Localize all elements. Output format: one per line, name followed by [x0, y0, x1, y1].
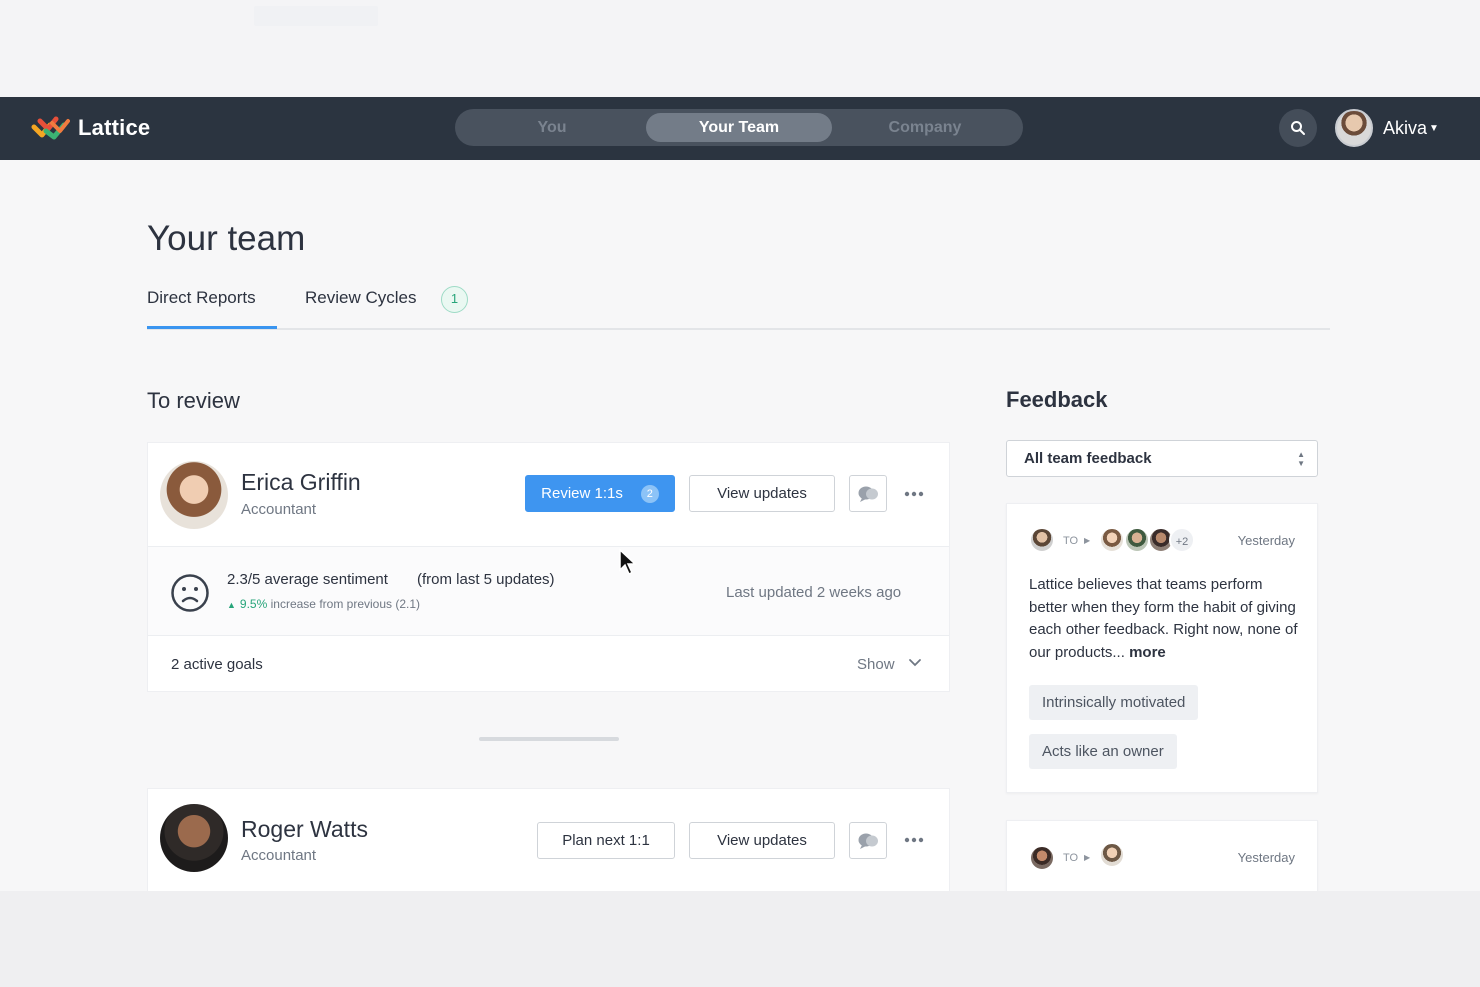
user-avatar: [1335, 109, 1373, 147]
top-margin: [0, 0, 1480, 97]
show-goals-toggle[interactable]: Show: [857, 656, 895, 673]
to-label: TO: [1063, 852, 1079, 864]
sentiment-change-text: increase from previous (2.1): [270, 597, 421, 611]
user-menu[interactable]: Akiva ▼: [1335, 109, 1439, 147]
sentiment-row: 2.3/5 average sentiment (from last 5 upd…: [148, 546, 949, 635]
lattice-logo-icon: [30, 113, 70, 143]
feedback-item: TO ▶ Yesterday: [1006, 820, 1318, 891]
select-arrows-icon: ▲ ▼: [1297, 450, 1305, 468]
last-updated: Last updated 2 weeks ago: [726, 584, 902, 601]
feedback-body: Lattice believes that teams perform bett…: [1029, 574, 1301, 664]
nav-tab-your-team[interactable]: Your Team: [646, 113, 832, 142]
sender-avatar[interactable]: [1029, 527, 1055, 553]
top-navbar: Lattice You Your Team Company Akiva ▼: [0, 97, 1480, 160]
page-tabs: Direct Reports Review Cycles 1: [147, 284, 1330, 330]
feedback-filter-select[interactable]: All team feedback ▲ ▼: [1006, 440, 1318, 477]
page-title: Your team: [147, 219, 306, 258]
feedback-button[interactable]: [849, 475, 887, 512]
review-card-header: Erica Griffin Accountant Review 1:1s 2 Vi…: [148, 443, 949, 546]
search-button[interactable]: [1279, 109, 1317, 147]
ellipsis-icon: [904, 491, 924, 497]
view-updates-button[interactable]: View updates: [689, 475, 835, 512]
sentiment-source: (from last 5 updates): [417, 571, 555, 588]
plan-next-1-1-button[interactable]: Plan next 1:1: [537, 822, 675, 859]
review-card-erica: Erica Griffin Accountant Review 1:1s 2 Vi…: [147, 442, 950, 692]
triangle-right-icon: ▶: [1084, 853, 1091, 862]
speech-bubble-icon: [858, 486, 878, 502]
feedback-more-link[interactable]: more: [1129, 644, 1166, 661]
recipient-avatar[interactable]: [1099, 842, 1125, 868]
sentiment-change: ▲ 9.5% increase from previous (2.1): [227, 597, 420, 611]
person-role: Accountant: [241, 501, 317, 518]
tab-direct-reports[interactable]: Direct Reports: [147, 288, 256, 308]
person-name[interactable]: Erica Griffin: [241, 469, 361, 496]
sentiment-score: 2.3/5 average sentiment: [227, 571, 388, 588]
count-badge: 2: [640, 485, 659, 503]
active-goals-count: 2 active goals: [171, 656, 263, 673]
bottom-margin: [0, 891, 1480, 987]
feedback-date: Yesterday: [1237, 533, 1295, 548]
feedback-tag: Intrinsically motivated: [1029, 685, 1199, 720]
person-role: Accountant: [241, 847, 317, 864]
feedback-heading: Feedback: [1006, 387, 1108, 412]
section-switcher: You Your Team Company: [455, 109, 1023, 146]
recipient-avatar[interactable]: [1124, 527, 1150, 553]
avatar[interactable]: [160, 461, 228, 529]
sentiment-change-percent: 9.5%: [239, 597, 268, 611]
to-review-heading: To review: [147, 388, 240, 413]
review-cycles-count-badge: 1: [441, 286, 468, 313]
caret-down-icon: ▼: [1429, 122, 1439, 134]
feedback-date: Yesterday: [1237, 850, 1295, 865]
app-logo[interactable]: Lattice: [30, 113, 150, 143]
nav-tab-you[interactable]: You: [459, 113, 645, 142]
review-card-header: Roger Watts Accountant Plan next 1:1 Vie…: [148, 789, 949, 892]
sad-face-icon: [171, 574, 209, 612]
feedback-item: TO ▶ +2 Yesterday Lattice believes that …: [1006, 503, 1318, 793]
extra-recipients-count[interactable]: +2: [1169, 527, 1195, 553]
ellipsis-icon: [904, 837, 924, 843]
review-1-1s-button[interactable]: Review 1:1s 2: [525, 475, 675, 512]
ghost-bar: [254, 6, 378, 26]
user-name: Akiva: [1383, 117, 1428, 138]
more-options-button[interactable]: [902, 482, 926, 506]
view-updates-button[interactable]: View updates: [689, 822, 835, 859]
review-card-roger: Roger Watts Accountant Plan next 1:1 Vie…: [147, 788, 950, 891]
active-tab-indicator: [147, 326, 277, 329]
recipient-avatar[interactable]: [1099, 527, 1125, 553]
sender-avatar[interactable]: [1029, 845, 1055, 871]
feedback-filter-value: All team feedback: [1024, 450, 1152, 467]
avatar[interactable]: [160, 804, 228, 872]
feedback-button[interactable]: [849, 822, 887, 859]
search-icon: [1291, 121, 1305, 135]
triangle-right-icon: ▶: [1084, 536, 1091, 545]
more-options-button[interactable]: [902, 828, 926, 852]
app-name: Lattice: [78, 115, 151, 140]
mouse-cursor-icon: [619, 548, 637, 576]
to-label: TO: [1063, 535, 1079, 547]
speech-bubble-icon: [858, 833, 878, 849]
goals-row: 2 active goals Show: [148, 635, 949, 692]
scroll-indicator[interactable]: [479, 737, 619, 741]
tab-review-cycles[interactable]: Review Cycles: [305, 288, 416, 308]
nav-tab-company[interactable]: Company: [832, 113, 1018, 142]
button-label: Review 1:1s: [541, 485, 623, 502]
person-name[interactable]: Roger Watts: [241, 816, 368, 843]
chevron-down-icon[interactable]: [908, 658, 922, 668]
up-triangle-icon: ▲: [227, 600, 236, 610]
feedback-tag: Acts like an owner: [1029, 734, 1177, 769]
